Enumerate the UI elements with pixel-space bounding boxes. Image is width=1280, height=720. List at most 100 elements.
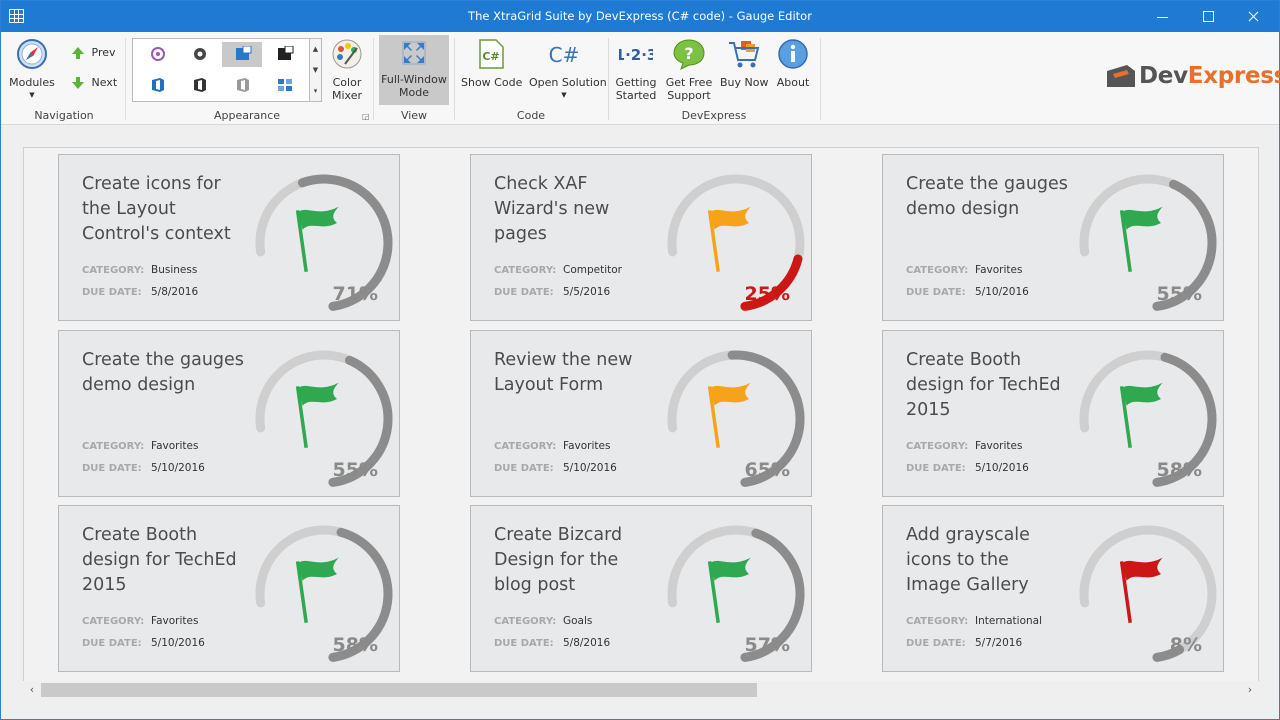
getting-started-button[interactable]: 1·2·3 Getting Started bbox=[614, 38, 658, 102]
devexpress-group-label: DevExpress bbox=[681, 109, 747, 122]
buy-now-label: Buy Now bbox=[720, 76, 769, 89]
task-card[interactable]: Create the gauges demo design CATEGORY: F… bbox=[58, 330, 400, 497]
category-value: Favorites bbox=[563, 440, 611, 452]
show-code-label: Show Code bbox=[461, 76, 523, 89]
horizontal-scrollbar[interactable]: ‹ › bbox=[23, 681, 1259, 699]
ribbon-separator bbox=[820, 38, 821, 120]
skin-office-gray-icon[interactable] bbox=[234, 77, 252, 93]
task-card[interactable]: Add grayscale icons to the Image Gallery… bbox=[882, 505, 1224, 672]
task-card[interactable]: Create Bizcard Design for the blog post … bbox=[470, 505, 812, 672]
gallery-scroll[interactable]: ▲ ▼ ▾ bbox=[310, 38, 322, 102]
skin-grid-icon[interactable] bbox=[276, 77, 294, 93]
skin-black-icon[interactable] bbox=[276, 46, 294, 62]
open-solution-label: Open Solution bbox=[529, 76, 607, 89]
modules-button[interactable]: Modules ▼ bbox=[9, 38, 55, 102]
minimize-button[interactable] bbox=[1139, 1, 1185, 32]
color-mixer-button[interactable]: Color Mixer bbox=[329, 38, 365, 102]
info-icon bbox=[778, 39, 808, 69]
next-button[interactable]: Next bbox=[71, 76, 117, 90]
due-date-value: 5/7/2016 bbox=[975, 637, 1023, 649]
buy-now-button[interactable]: Buy Now bbox=[720, 38, 768, 89]
skin-office-blue-icon[interactable] bbox=[234, 46, 252, 62]
flag-icon bbox=[707, 206, 751, 272]
task-percent: 8% bbox=[1169, 634, 1202, 656]
devexpress-logo-icon bbox=[1107, 65, 1135, 87]
task-due-date: DUE DATE: 5/5/2016 bbox=[494, 286, 610, 298]
due-date-label: DUE DATE: bbox=[82, 287, 142, 298]
prev-label: Prev bbox=[91, 46, 116, 59]
task-title: Create the gauges demo design bbox=[82, 350, 244, 395]
close-button[interactable] bbox=[1231, 1, 1277, 32]
ribbon: Modules ▼ Prev Next Navigation ▲ ▼ ▾ Col… bbox=[1, 32, 1280, 125]
svg-text:1·2·3: 1·2·3 bbox=[619, 46, 653, 64]
due-date-value: 5/8/2016 bbox=[151, 286, 199, 298]
category-label: CATEGORY: bbox=[906, 265, 969, 276]
flag-icon bbox=[1119, 382, 1163, 448]
task-percent: 58% bbox=[1156, 459, 1202, 481]
task-card[interactable]: Check XAF Wizard's new pages CATEGORY: Co… bbox=[470, 154, 812, 321]
devexpress-logo-text: DevExpress® bbox=[1139, 63, 1280, 89]
about-button[interactable]: About bbox=[774, 38, 812, 89]
task-category: CATEGORY: International bbox=[906, 615, 1042, 627]
skin-dark-icon[interactable] bbox=[191, 46, 209, 62]
task-category: CATEGORY: Goals bbox=[494, 615, 592, 627]
arrow-down-icon bbox=[72, 77, 84, 89]
task-due-date: DUE DATE: 5/10/2016 bbox=[82, 462, 205, 474]
task-percent: 57% bbox=[744, 634, 790, 656]
due-date-value: 5/10/2016 bbox=[151, 637, 205, 649]
category-value: Favorites bbox=[151, 440, 199, 452]
show-code-button[interactable]: C# Show Code bbox=[461, 38, 523, 89]
due-date-label: DUE DATE: bbox=[906, 287, 966, 298]
dialog-launcher-icon[interactable]: ◲ bbox=[362, 112, 370, 121]
chat-question-icon: ? bbox=[673, 39, 705, 70]
scroll-left-icon[interactable]: ‹ bbox=[25, 683, 39, 696]
category-label: CATEGORY: bbox=[906, 616, 969, 627]
task-title: Create Booth design for TechEd 2015 bbox=[82, 525, 237, 595]
due-date-value: 5/10/2016 bbox=[975, 462, 1029, 474]
compass-icon bbox=[17, 39, 47, 69]
skin-office-dark-icon[interactable] bbox=[191, 77, 209, 93]
open-solution-button[interactable]: C# Open Solution ▼ bbox=[529, 38, 607, 102]
task-card[interactable]: Create icons for the Layout Control's co… bbox=[58, 154, 400, 321]
arrow-up-icon bbox=[72, 47, 84, 59]
csharp-file-icon: C# bbox=[479, 39, 504, 69]
task-due-date: DUE DATE: 5/10/2016 bbox=[494, 462, 617, 474]
scroll-right-icon[interactable]: › bbox=[1243, 683, 1257, 696]
task-category: CATEGORY: Competitor bbox=[494, 264, 622, 276]
ribbon-separator bbox=[373, 38, 374, 120]
task-due-date: DUE DATE: 5/10/2016 bbox=[906, 286, 1029, 298]
ribbon-separator bbox=[454, 38, 455, 120]
app-window: The XtraGrid Suite by DevExpress (C# cod… bbox=[0, 0, 1280, 720]
category-label: CATEGORY: bbox=[82, 441, 145, 452]
task-title: Create Booth design for TechEd 2015 bbox=[906, 350, 1061, 420]
get-free-support-button[interactable]: ? Get Free Support bbox=[665, 38, 713, 102]
123-icon: 1·2·3 bbox=[615, 46, 658, 64]
gauges-panel: Create icons for the Layout Control's co… bbox=[23, 147, 1259, 699]
prev-button[interactable]: Prev bbox=[71, 46, 116, 60]
category-value: Favorites bbox=[975, 440, 1023, 452]
due-date-label: DUE DATE: bbox=[494, 638, 554, 649]
maximize-button[interactable] bbox=[1185, 1, 1231, 32]
task-card[interactable]: Create Booth design for TechEd 2015 CATE… bbox=[58, 505, 400, 672]
task-percent: 65% bbox=[744, 459, 790, 481]
svg-text:?: ? bbox=[684, 44, 693, 63]
flag-icon bbox=[1119, 557, 1163, 623]
task-card[interactable]: Review the new Layout Form CATEGORY: Favo… bbox=[470, 330, 812, 497]
full-window-mode-button[interactable]: Full-Window Mode bbox=[379, 35, 449, 105]
due-date-value: 5/5/2016 bbox=[563, 286, 611, 298]
category-value: Favorites bbox=[975, 264, 1023, 276]
skin-gallery[interactable] bbox=[132, 38, 310, 102]
skin-office-icon[interactable] bbox=[149, 77, 167, 93]
task-due-date: DUE DATE: 5/10/2016 bbox=[82, 637, 205, 649]
category-label: CATEGORY: bbox=[494, 441, 557, 452]
task-category: CATEGORY: Favorites bbox=[494, 440, 610, 452]
task-card[interactable]: Create the gauges demo design CATEGORY: F… bbox=[882, 154, 1224, 321]
ribbon-separator bbox=[608, 38, 609, 120]
flag-icon bbox=[295, 206, 339, 272]
scrollbar-thumb[interactable] bbox=[41, 683, 757, 697]
task-card[interactable]: Create Booth design for TechEd 2015 CATE… bbox=[882, 330, 1224, 497]
task-percent: 55% bbox=[1156, 283, 1202, 305]
skin-purple-icon[interactable] bbox=[149, 46, 167, 62]
task-title: Check XAF Wizard's new pages bbox=[494, 174, 610, 244]
task-category: CATEGORY: Favorites bbox=[906, 440, 1022, 452]
